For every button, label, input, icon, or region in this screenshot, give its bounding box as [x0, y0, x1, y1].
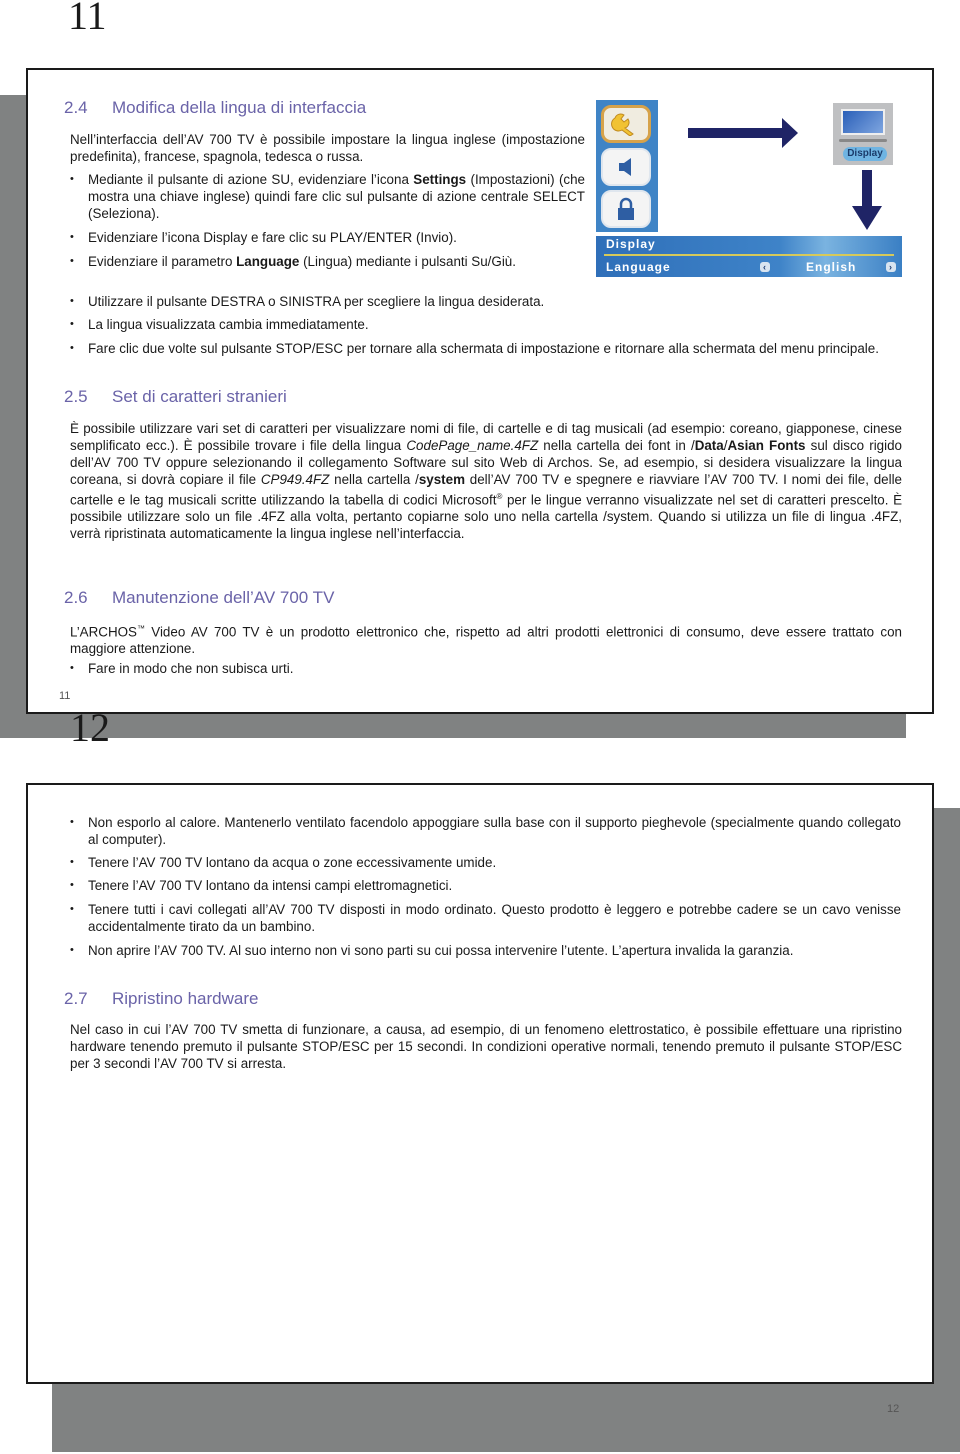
- section-title: Manutenzione dell’AV 700 TV: [112, 588, 335, 607]
- section-number: 2.7: [64, 989, 88, 1008]
- arrow-right-icon: [688, 118, 798, 148]
- list-item: La lingua visualizzata cambia immediatam…: [70, 316, 901, 333]
- list-item: Tenere l’AV 700 TV lontano da intensi ca…: [70, 877, 901, 894]
- hardware-reset-paragraph: Nel caso in cui l’AV 700 TV smetta di fu…: [70, 1022, 902, 1071]
- lock-icon: [601, 190, 651, 228]
- page-12: [26, 783, 934, 1384]
- list-item: Tenere tutti i cavi collegati all’AV 700…: [70, 901, 901, 935]
- page-shadow-bottom: [0, 712, 906, 738]
- list-item: Tenere l’AV 700 TV lontano da acqua o zo…: [70, 854, 901, 871]
- menu-divider: [604, 254, 894, 256]
- display-tile: Display: [833, 103, 893, 165]
- settings-icon-strip: [596, 100, 658, 232]
- list-item: Fare clic due volte sul pulsante STOP/ES…: [70, 340, 901, 357]
- menu-param-label: Language: [606, 260, 671, 274]
- list-item: Utilizzare il pulsante DESTRA o SINISTRA…: [70, 293, 901, 310]
- section-number: 2.5: [64, 387, 88, 406]
- page-number-large: 11: [68, 0, 107, 38]
- section-title: Modifica della lingua di interfaccia: [112, 98, 367, 117]
- section-heading-2-7: 2.7 Ripristino hardware: [64, 989, 258, 1009]
- page-number-large: 12: [70, 705, 110, 750]
- intro-paragraph: Nell’interfaccia dell’AV 700 TV è possib…: [70, 132, 585, 164]
- chevron-right-icon: ›: [886, 262, 896, 272]
- section-title: Set di caratteri stranieri: [112, 387, 287, 406]
- maintenance-paragraph: L’ARCHOS™ Video AV 700 TV è un prodotto …: [70, 624, 902, 657]
- chevron-left-icon: ‹: [760, 262, 770, 272]
- arrow-down-icon: [852, 170, 882, 230]
- section-title: Ripristino hardware: [112, 989, 259, 1008]
- display-menu: Display Language ‹ English ›: [596, 236, 902, 277]
- list-item: Non aprire l’AV 700 TV. Al suo interno n…: [70, 942, 901, 959]
- page-shadow-bottom: [52, 1380, 960, 1452]
- charset-paragraph: È possibile utilizzare vari set di carat…: [70, 421, 903, 542]
- section-heading-2-6: 2.6 Manutenzione dell’AV 700 TV: [64, 588, 334, 608]
- menu-title: Display: [606, 237, 656, 251]
- display-label: Display: [843, 147, 887, 161]
- list-item: Fare in modo che non subisca urti.: [70, 660, 901, 677]
- menu-row-language: Language ‹ English ›: [606, 260, 896, 276]
- monitor-icon: [841, 109, 885, 135]
- page-shadow-right: [932, 808, 960, 1452]
- list-item: Evidenziare l’icona Display e fare clic …: [70, 229, 585, 246]
- page-footer-number: 11: [59, 690, 71, 702]
- section-heading-2-5: 2.5 Set di caratteri stranieri: [64, 387, 287, 407]
- list-item: Mediante il pulsante di azione SU, evide…: [70, 171, 585, 222]
- section-number: 2.6: [64, 588, 88, 607]
- page-shadow-left: [0, 95, 28, 738]
- wrench-icon: [601, 105, 651, 143]
- menu-param-value: English: [806, 260, 857, 274]
- section-number: 2.4: [64, 98, 88, 117]
- speaker-icon: [601, 148, 651, 186]
- monitor-stand: [839, 139, 887, 142]
- list-item: Evidenziare il parametro Language (Lingu…: [70, 253, 585, 270]
- section-heading-2-4: 2.4 Modifica della lingua di interfaccia: [64, 98, 366, 118]
- page-footer-number: 12: [887, 1403, 900, 1415]
- list-item: Non esporlo al calore. Mantenerlo ventil…: [70, 814, 901, 848]
